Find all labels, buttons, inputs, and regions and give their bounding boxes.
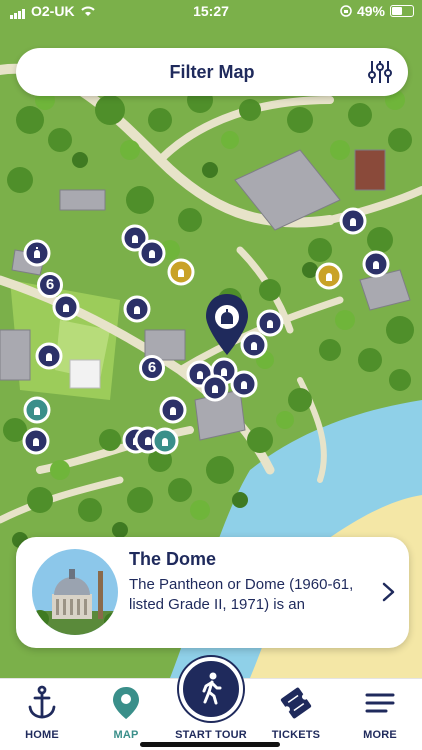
status-bar: O2-UK 15:27 49% [0,0,422,24]
filter-map-title: Filter Map [169,62,255,82]
nav-map[interactable]: MAP [84,679,168,750]
nav-map-label: MAP [113,729,139,741]
nav-home-label: HOME [25,729,59,741]
bottom-nav: HOME MAP START TOUR TICKETS MORE [0,657,422,750]
nav-more-label: MORE [363,729,397,741]
map-marker[interactable] [123,295,151,323]
orientation-lock-icon [340,5,352,17]
nav-home[interactable]: HOME [0,679,84,750]
map-marker[interactable] [256,309,284,337]
map-marker[interactable] [339,207,367,235]
nav-more[interactable]: MORE [338,679,422,750]
map-marker[interactable] [23,239,51,267]
map-marker[interactable] [230,370,258,398]
nav-tickets[interactable]: TICKETS [254,679,338,750]
battery-icon [390,5,414,17]
start-tour-button[interactable] [179,657,243,721]
battery-group: 49% [340,3,414,19]
home-indicator[interactable] [140,742,280,747]
map-pin-icon [113,687,139,719]
map-marker[interactable] [138,239,166,267]
location-thumbnail [32,549,118,635]
map-marker[interactable] [22,427,50,455]
chevron-right-icon[interactable] [381,581,397,603]
ticket-icon [280,687,312,719]
numbered-map-marker[interactable]: 6 [37,272,63,298]
map-marker-teal[interactable] [23,396,51,424]
map-marker-gold[interactable] [315,262,343,290]
anchor-icon [28,685,56,719]
map-marker[interactable] [201,374,229,402]
filter-sliders-icon[interactable] [366,58,394,86]
map-marker-gold[interactable] [167,258,195,286]
map-marker[interactable] [159,396,187,424]
battery-percent: 49% [356,3,385,19]
map-marker-teal[interactable] [151,427,179,455]
map-marker[interactable] [52,293,80,321]
menu-icon [365,693,395,713]
numbered-map-marker[interactable]: 6 [139,355,165,381]
nav-tickets-label: TICKETS [271,729,321,741]
filter-map-bar[interactable]: Filter Map [16,48,408,96]
nav-start-tour[interactable]: START TOUR [169,657,253,750]
map-marker[interactable] [362,250,390,278]
location-title: The Dome [129,549,217,569]
nav-start-tour-label: START TOUR [175,729,247,741]
walking-person-icon [202,672,222,705]
map-marker[interactable] [240,331,268,359]
map-marker[interactable] [35,342,63,370]
location-card[interactable]: The Dome The Pantheon or Dome (1960-61, … [16,537,409,648]
location-description: The Pantheon or Dome (1960-61, listed Gr… [129,576,354,613]
